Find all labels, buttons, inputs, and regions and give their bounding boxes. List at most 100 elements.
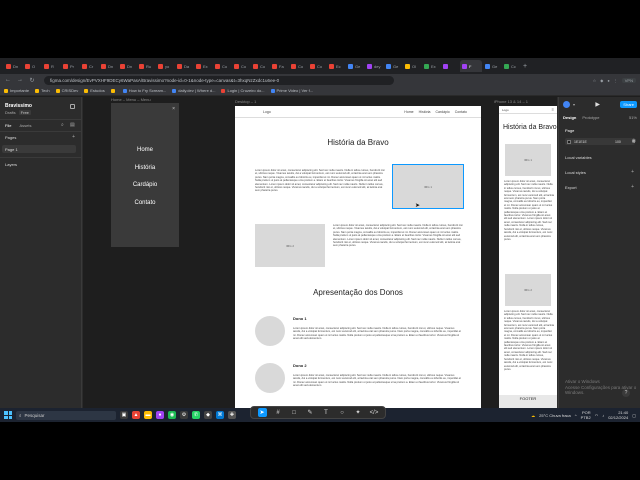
bookmark-item[interactable]: Importante bbox=[4, 88, 29, 93]
browser-tab[interactable]: Co bbox=[232, 60, 250, 72]
bookmark-item[interactable]: Tech bbox=[35, 88, 50, 93]
mobile-image-1[interactable]: IMG 1 bbox=[505, 144, 551, 176]
comment-tool-icon[interactable]: ○ bbox=[338, 408, 347, 417]
frame-label-menu[interactable]: Home – Menu – Menu bbox=[111, 97, 151, 102]
browser-tab[interactable]: Ru bbox=[137, 60, 155, 72]
weather-icon[interactable]: ☁ bbox=[531, 413, 535, 418]
design-canvas[interactable]: Home – Menu – Menu × Home História Cardá… bbox=[83, 97, 557, 408]
owner-name-2[interactable]: Dono 2 bbox=[293, 363, 307, 368]
mobile-frame[interactable]: Logo ≡ História da Bravo IMG 1 Lorem ips… bbox=[499, 106, 557, 408]
bookmark-item[interactable]: daily.dev | Where d... bbox=[172, 88, 215, 93]
new-tab-icon[interactable]: + bbox=[523, 63, 527, 70]
help-icon[interactable]: ? bbox=[622, 389, 630, 397]
frame-label-mobile[interactable]: iPhone 13 & 14 – 1 bbox=[494, 99, 528, 104]
menu-dots-icon[interactable]: ⋮ bbox=[614, 78, 618, 83]
browser-tab[interactable]: Ex bbox=[194, 60, 212, 72]
desktop-frame[interactable]: Logo Home História Cardápio Contato Hist… bbox=[235, 106, 481, 408]
tab-design[interactable]: Design bbox=[563, 115, 576, 120]
figma-app-icon[interactable]: ✚ bbox=[228, 411, 236, 419]
nav-link-contato[interactable]: Contato bbox=[455, 110, 467, 114]
owner-bio-1[interactable]: Lorem ipsum dolor sit amet, consectetur … bbox=[293, 327, 463, 345]
browser-tab[interactable]: dey bbox=[365, 60, 383, 72]
drafts-label[interactable]: Drafts bbox=[5, 110, 16, 115]
local-styles-label[interactable]: Local styles bbox=[565, 170, 586, 175]
menu-item-historia[interactable]: História bbox=[111, 165, 179, 171]
browser-tab[interactable]: Ol bbox=[403, 60, 421, 72]
browser-tab[interactable]: Co bbox=[308, 60, 326, 72]
browser-tab[interactable] bbox=[441, 60, 459, 72]
frame-tool-icon[interactable]: # bbox=[274, 408, 283, 417]
text-tool-icon[interactable]: T bbox=[322, 408, 331, 417]
bg-opacity-value[interactable]: 100 bbox=[615, 140, 621, 144]
tray-chevron-icon[interactable]: ^ bbox=[575, 413, 577, 418]
owner-bio-2[interactable]: Lorem ipsum dolor sit amet, consectetur … bbox=[293, 374, 463, 392]
historia-paragraph-1[interactable]: Lorem ipsum dolor sit amet, consectetur … bbox=[255, 169, 385, 221]
book-icon[interactable]: ▤ bbox=[70, 122, 75, 128]
tab-file[interactable]: File bbox=[5, 123, 11, 128]
browser-tab[interactable]: Dn bbox=[99, 60, 117, 72]
bookmark-item[interactable] bbox=[110, 88, 117, 93]
mobile-footer[interactable]: FOOTER bbox=[499, 395, 557, 408]
historia-paragraph-2[interactable]: Lorem ipsum dolor sit amet, consectetur … bbox=[333, 224, 463, 276]
menu-item-cardapio[interactable]: Cardápio bbox=[111, 182, 179, 188]
tab-assets[interactable]: Assets bbox=[19, 123, 31, 128]
browser-tab[interactable]: Co bbox=[251, 60, 269, 72]
bg-hex-value[interactable]: 1E1E1E bbox=[574, 140, 587, 144]
panel-toggle-icon[interactable] bbox=[70, 104, 75, 109]
browser-tab[interactable]: O bbox=[23, 60, 41, 72]
discord-icon[interactable]: ● bbox=[156, 411, 164, 419]
browser-tab[interactable]: Cc bbox=[502, 60, 520, 72]
image-placeholder-2[interactable]: IMG 2 bbox=[255, 224, 325, 267]
image-placeholder-1[interactable]: IMG 1 bbox=[392, 164, 464, 209]
mobile-image-2[interactable]: IMG 2 bbox=[505, 274, 551, 306]
owner-photo-1[interactable] bbox=[255, 316, 285, 346]
taskbar-search[interactable]: ⌕ Pesquisar bbox=[16, 410, 116, 420]
reload-icon[interactable]: ↻ bbox=[28, 77, 36, 84]
menu-item-contato[interactable]: Contato bbox=[111, 200, 179, 206]
bookmark-item[interactable]: Login | Cruzeiro do... bbox=[221, 88, 265, 93]
wifi-icon[interactable]: ◠ bbox=[595, 413, 599, 418]
chevron-down-icon[interactable]: ▾ bbox=[573, 102, 575, 107]
star-icon[interactable]: ☆ bbox=[593, 78, 597, 83]
volume-icon[interactable]: ♪ bbox=[602, 413, 604, 418]
browser-tab[interactable]: Co bbox=[213, 60, 231, 72]
tab-prototype[interactable]: Prototype bbox=[582, 115, 599, 120]
menu-frame[interactable]: × Home História Cardápio Contato bbox=[111, 103, 179, 247]
brave-browser-icon[interactable]: ▲ bbox=[132, 411, 140, 419]
spotify-icon[interactable]: ◉ bbox=[168, 411, 176, 419]
section-title-apresentacao[interactable]: Apresentação dos Donos bbox=[235, 288, 481, 297]
file-explorer-icon[interactable]: ▬ bbox=[144, 411, 152, 419]
move-tool-icon[interactable]: ➤ bbox=[257, 408, 267, 417]
browser-tab[interactable]: Da bbox=[175, 60, 193, 72]
menu-item-home[interactable]: Home bbox=[111, 147, 179, 153]
browser-tab[interactable]: Co bbox=[289, 60, 307, 72]
browser-tab[interactable]: Dn bbox=[4, 60, 22, 72]
browser-tab[interactable]: F bbox=[460, 60, 482, 72]
profile-icon[interactable]: ● bbox=[607, 78, 609, 83]
mobile-paragraph-1[interactable]: Lorem ipsum dolor sit amet, consectetur … bbox=[504, 180, 554, 272]
browser-tab[interactable]: R bbox=[42, 60, 60, 72]
bookmark-item[interactable]: Estudos bbox=[84, 88, 105, 93]
browser-tab[interactable]: Cr bbox=[80, 60, 98, 72]
language-indicator[interactable]: POR PTB2 bbox=[581, 410, 591, 420]
eye-icon[interactable]: ◉ bbox=[632, 138, 636, 144]
vscode-icon[interactable]: ⌘ bbox=[216, 411, 224, 419]
owner-name-1[interactable]: Dono 1 bbox=[293, 316, 307, 321]
weather-text[interactable]: 25°C Chuva fraca bbox=[539, 413, 571, 418]
windows-start-icon[interactable] bbox=[4, 411, 12, 419]
browser-tab[interactable]: Ec bbox=[327, 60, 345, 72]
rectangle-tool-icon[interactable]: □ bbox=[290, 408, 299, 417]
mobile-paragraph-2[interactable]: Lorem ipsum dolor sit amet, consectetur … bbox=[504, 310, 554, 394]
add-export-icon[interactable]: + bbox=[631, 184, 634, 190]
bookmark-item[interactable]: Prime Video | Ver f... bbox=[270, 88, 313, 93]
whatsapp-icon[interactable]: ✆ bbox=[192, 411, 200, 419]
bookmark-item[interactable]: CRISDev bbox=[55, 88, 78, 93]
browser-tab[interactable]: Ge bbox=[346, 60, 364, 72]
browser-tab[interactable]: Ex bbox=[422, 60, 440, 72]
pen-tool-icon[interactable]: ✎ bbox=[306, 408, 315, 417]
browser-tab[interactable]: Dn bbox=[118, 60, 136, 72]
actions-tool-icon[interactable]: ✦ bbox=[354, 408, 363, 417]
export-label[interactable]: Export bbox=[565, 185, 577, 190]
browser-tab[interactable]: Fa bbox=[270, 60, 288, 72]
owner-photo-2[interactable] bbox=[255, 363, 285, 393]
